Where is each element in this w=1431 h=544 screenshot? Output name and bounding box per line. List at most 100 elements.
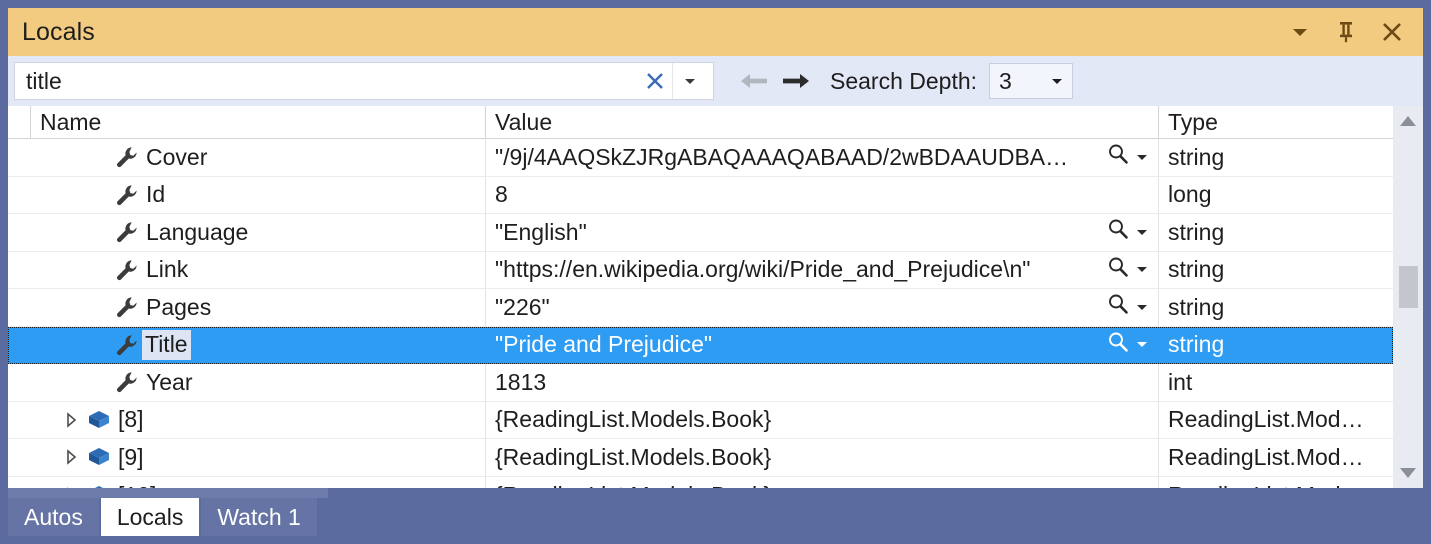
cell-name[interactable]: [8] — [30, 402, 485, 439]
cell-name[interactable]: Language — [30, 214, 485, 251]
expand-triangle-icon[interactable] — [58, 412, 84, 428]
variable-type: string — [1168, 143, 1225, 170]
cell-value[interactable]: "English" — [485, 214, 1158, 251]
table-row[interactable]: Language "English" string — [8, 214, 1393, 252]
cell-value[interactable]: "/9j/4AAQSkZJRgABAQAAAQABAAD/2wBDAAUDBA… — [485, 139, 1158, 176]
tab-watch-1[interactable]: Watch 1 — [201, 498, 317, 536]
visualizer-chevron-down-icon[interactable] — [1134, 144, 1150, 171]
cell-value[interactable]: "Pride and Prejudice" — [485, 326, 1158, 363]
column-header-name[interactable]: Name — [30, 106, 485, 138]
cell-value[interactable]: {ReadingList.Models.Book} — [485, 401, 1158, 438]
wrench-icon — [112, 370, 142, 394]
table-row[interactable]: Pages "226" string — [8, 289, 1393, 327]
locals-tool-window: Locals title Search Depth: 3 Name Value … — [0, 0, 1431, 544]
cell-type: string — [1158, 326, 1393, 363]
tab-autos[interactable]: Autos — [8, 498, 99, 536]
expand-triangle-icon[interactable] — [58, 449, 84, 465]
cell-name[interactable]: Cover — [30, 139, 485, 176]
visualizer-chevron-down-icon[interactable] — [1134, 331, 1150, 358]
cell-value[interactable]: 8 — [485, 176, 1158, 213]
search-box[interactable] — [14, 62, 714, 100]
variable-value: {ReadingList.Models.Book} — [495, 443, 772, 470]
magnifier-icon[interactable] — [1106, 217, 1130, 247]
magnifier-icon[interactable] — [1106, 255, 1130, 285]
variable-value: "226" — [495, 293, 550, 320]
chevron-down-icon[interactable] — [1285, 17, 1315, 47]
variable-type: long — [1168, 181, 1212, 208]
cell-type: ReadingList.Mod… — [1158, 476, 1393, 488]
search-clear-icon[interactable] — [638, 63, 672, 99]
row-gutter — [8, 252, 30, 289]
table-row[interactable]: Id 8 long — [8, 176, 1393, 214]
table-row[interactable]: [9] {ReadingList.Models.Book} ReadingList.… — [8, 439, 1393, 477]
cell-type: string — [1158, 289, 1393, 326]
scroll-down-triangle-down-icon[interactable] — [1393, 458, 1423, 488]
class-cube-icon — [84, 446, 114, 468]
pin-icon[interactable] — [1331, 17, 1361, 47]
search-toolbar: Search Depth: 3 — [8, 56, 1423, 106]
vertical-scrollbar[interactable] — [1393, 106, 1423, 488]
table-row[interactable]: Link "https://en.wikipedia.org/wiki/Pride… — [8, 251, 1393, 289]
cell-type: int — [1158, 364, 1393, 401]
variable-type: ReadingList.Mod… — [1168, 443, 1364, 470]
cell-name[interactable]: Link — [30, 252, 485, 289]
table-row[interactable]: Cover "/9j/4AAQSkZJRgABAQAAAQABAAD/2wBDAA… — [8, 139, 1393, 177]
search-previous-arrow-left-icon[interactable] — [734, 61, 774, 101]
cell-name[interactable]: Pages — [30, 289, 485, 326]
tab-locals[interactable]: Locals — [100, 498, 200, 536]
row-gutter — [8, 477, 30, 489]
close-icon[interactable] — [1377, 17, 1407, 47]
search-depth-label: Search Depth: — [830, 67, 978, 94]
cell-name[interactable]: Year — [30, 364, 485, 401]
variable-type: string — [1168, 293, 1225, 320]
cell-value[interactable]: "226" — [485, 289, 1158, 326]
variable-name: Language — [146, 218, 249, 245]
column-header-value[interactable]: Value — [485, 106, 1158, 138]
variables-grid-body: Name Value Type Cover "/9j/4AAQSkZJRgABAQ… — [8, 106, 1393, 488]
cell-value[interactable]: {ReadingList.Models.Book} — [485, 476, 1158, 488]
page-title: Locals — [22, 17, 95, 46]
vertical-scrollbar-thumb[interactable] — [1399, 266, 1418, 308]
cell-value[interactable]: {ReadingList.Models.Book} — [485, 439, 1158, 476]
cell-type: string — [1158, 214, 1393, 251]
search-depth-select[interactable]: 3 — [989, 63, 1074, 99]
variable-name: Year — [146, 368, 193, 395]
magnifier-icon[interactable] — [1106, 330, 1130, 360]
variable-type: string — [1168, 256, 1225, 283]
search-depth-chevron-down-icon[interactable] — [1049, 64, 1065, 98]
table-row[interactable]: Year 1813 int — [8, 364, 1393, 402]
cell-type: ReadingList.Mod… — [1158, 439, 1393, 476]
search-next-arrow-right-icon[interactable] — [776, 61, 816, 101]
table-row[interactable]: [8] {ReadingList.Models.Book} ReadingList.… — [8, 401, 1393, 439]
row-gutter — [8, 327, 30, 364]
magnifier-icon[interactable] — [1106, 292, 1130, 322]
wrench-icon — [112, 295, 142, 319]
cell-name[interactable]: Id — [30, 177, 485, 214]
row-gutter — [8, 177, 30, 214]
cell-name[interactable]: [9] — [30, 439, 485, 476]
tool-window-tabs: Autos Locals Watch 1 — [8, 498, 1423, 538]
variable-value: 1813 — [495, 368, 547, 395]
table-row[interactable]: Title "Pride and Prejudice" string — [8, 326, 1393, 364]
cell-name[interactable]: [10] — [30, 477, 485, 488]
grid-header-gutter — [8, 106, 30, 138]
visualizer-chevron-down-icon[interactable] — [1134, 294, 1150, 321]
cell-type: string — [1158, 139, 1393, 176]
cell-type: long — [1158, 176, 1393, 213]
cell-name[interactable]: Title — [30, 327, 485, 364]
magnifier-icon[interactable] — [1106, 142, 1130, 172]
visualizer-chevron-down-icon[interactable] — [1134, 219, 1150, 246]
value-visualizer-tools — [1106, 255, 1158, 285]
variable-name: [8] — [118, 406, 144, 433]
search-options-chevron-down-icon[interactable] — [672, 63, 707, 99]
cell-value[interactable]: "https://en.wikipedia.org/wiki/Pride_and… — [485, 251, 1158, 288]
cell-type: ReadingList.Mod… — [1158, 401, 1393, 438]
value-visualizer-tools — [1106, 292, 1158, 322]
search-input[interactable] — [15, 63, 638, 99]
scroll-up-triangle-up-icon[interactable] — [1393, 106, 1423, 136]
variable-value: "English" — [495, 218, 587, 245]
column-header-type[interactable]: Type — [1158, 106, 1393, 138]
table-row[interactable]: [10]{ReadingList.Models.Book}ReadingList… — [8, 476, 1393, 489]
cell-value[interactable]: 1813 — [485, 364, 1158, 401]
visualizer-chevron-down-icon[interactable] — [1134, 256, 1150, 283]
